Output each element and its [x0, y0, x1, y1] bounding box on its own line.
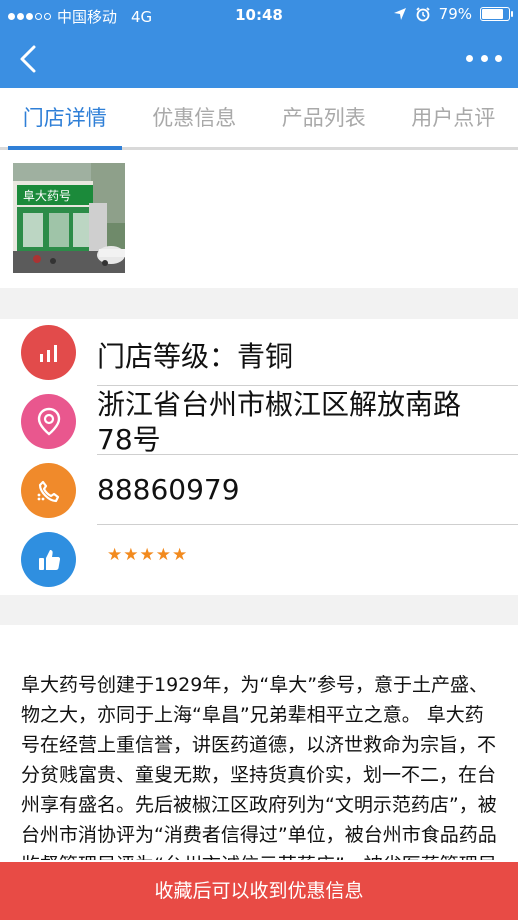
- tab-product-list[interactable]: 产品列表: [259, 88, 389, 147]
- more-dots-icon: [466, 54, 473, 62]
- rating-stars: ★ ★ ★ ★ ★: [107, 547, 187, 564]
- status-bar: 中国移动 4G 10:48 79%: [0, 0, 518, 30]
- tab-user-reviews[interactable]: 用户点评: [389, 88, 518, 147]
- alarm-icon: [416, 7, 430, 22]
- section-divider: [0, 288, 518, 319]
- back-button[interactable]: [10, 40, 46, 78]
- tab-bar: 门店详情 优惠信息 产品列表 用户点评: [0, 88, 518, 150]
- more-button[interactable]: [466, 48, 502, 68]
- star-icon: ★: [107, 545, 123, 565]
- tab-promotions[interactable]: 优惠信息: [130, 88, 260, 147]
- store-level-row: 门店等级：青铜: [0, 319, 518, 387]
- bar-chart-icon: [21, 325, 76, 380]
- phone-icon: [21, 463, 76, 518]
- status-right: 79%: [393, 5, 513, 23]
- favorite-button[interactable]: 收藏后可以收到优惠信息: [0, 862, 518, 920]
- chevron-left-icon: [20, 45, 36, 73]
- star-icon: ★: [172, 545, 188, 565]
- phone-row[interactable]: 88860979: [0, 455, 518, 525]
- star-icon: ★: [123, 545, 139, 565]
- store-phone: 88860979: [97, 473, 240, 506]
- section-divider: [0, 595, 518, 625]
- rating-row: [0, 525, 518, 595]
- store-sign-text: 阜大药号: [23, 189, 71, 203]
- thumbs-up-icon: [21, 532, 76, 587]
- location-arrow-icon: [393, 8, 406, 20]
- tab-store-details[interactable]: 门店详情: [0, 88, 130, 150]
- nav-bar: [0, 30, 518, 88]
- star-icon: ★: [155, 545, 171, 565]
- star-icon: ★: [139, 545, 155, 565]
- store-description: 阜大药号创建于1929年，为“阜大”参号，意于土产盛、物之大，亦同于上海“阜昌”…: [21, 674, 497, 860]
- location-pin-icon: [21, 394, 76, 449]
- battery-icon: [480, 7, 513, 21]
- store-photo[interactable]: 阜大药号: [13, 163, 125, 273]
- address-row[interactable]: 浙江省台州市椒江区解放南路78号: [0, 387, 518, 456]
- store-level: 门店等级：青铜: [97, 340, 294, 373]
- store-address: 浙江省台州市椒江区解放南路78号: [97, 388, 462, 456]
- battery-percent: 79%: [438, 5, 472, 23]
